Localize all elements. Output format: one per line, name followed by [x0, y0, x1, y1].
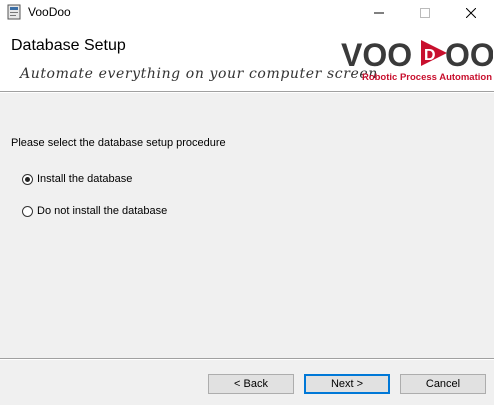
- logo-badge-text: D: [424, 47, 436, 64]
- logo-subtitle: Robotic Process Automation: [362, 72, 492, 83]
- maximize-button[interactable]: [402, 0, 448, 26]
- tagline: Automate everything on your computer scr…: [20, 66, 378, 82]
- footer-divider-highlight: [0, 359, 494, 360]
- window-title: VooDoo: [28, 5, 71, 19]
- app-icon: [7, 4, 21, 20]
- close-icon: [466, 8, 476, 18]
- logo-text-right: OO: [445, 37, 493, 73]
- do-not-install-label[interactable]: Do not install the database: [37, 205, 167, 217]
- maximize-icon: [420, 8, 430, 18]
- radio-selected-icon[interactable]: [22, 173, 33, 185]
- install-database-label[interactable]: Install the database: [37, 173, 132, 185]
- logo-text-left: VOO: [341, 37, 412, 73]
- header-divider-highlight: [0, 92, 494, 93]
- next-button[interactable]: Next >: [304, 374, 390, 394]
- logo-badge: D: [421, 40, 447, 66]
- radio-unselected-icon[interactable]: [22, 205, 33, 217]
- cancel-button[interactable]: Cancel: [400, 374, 486, 394]
- voodoo-logo: VOO D OO Robotic Process Automation: [341, 37, 493, 83]
- close-button[interactable]: [448, 0, 494, 26]
- back-button[interactable]: < Back: [208, 374, 294, 394]
- title-bar: VooDoo: [0, 0, 494, 26]
- minimize-button[interactable]: [356, 0, 402, 26]
- install-database-radio[interactable]: Install the database: [22, 171, 132, 187]
- setup-prompt: Please select the database setup procedu…: [11, 137, 226, 149]
- wizard-header: Database Setup Automate everything on yo…: [0, 26, 494, 91]
- do-not-install-radio[interactable]: Do not install the database: [22, 203, 167, 219]
- page-title: Database Setup: [11, 37, 126, 54]
- minimize-icon: [374, 12, 384, 14]
